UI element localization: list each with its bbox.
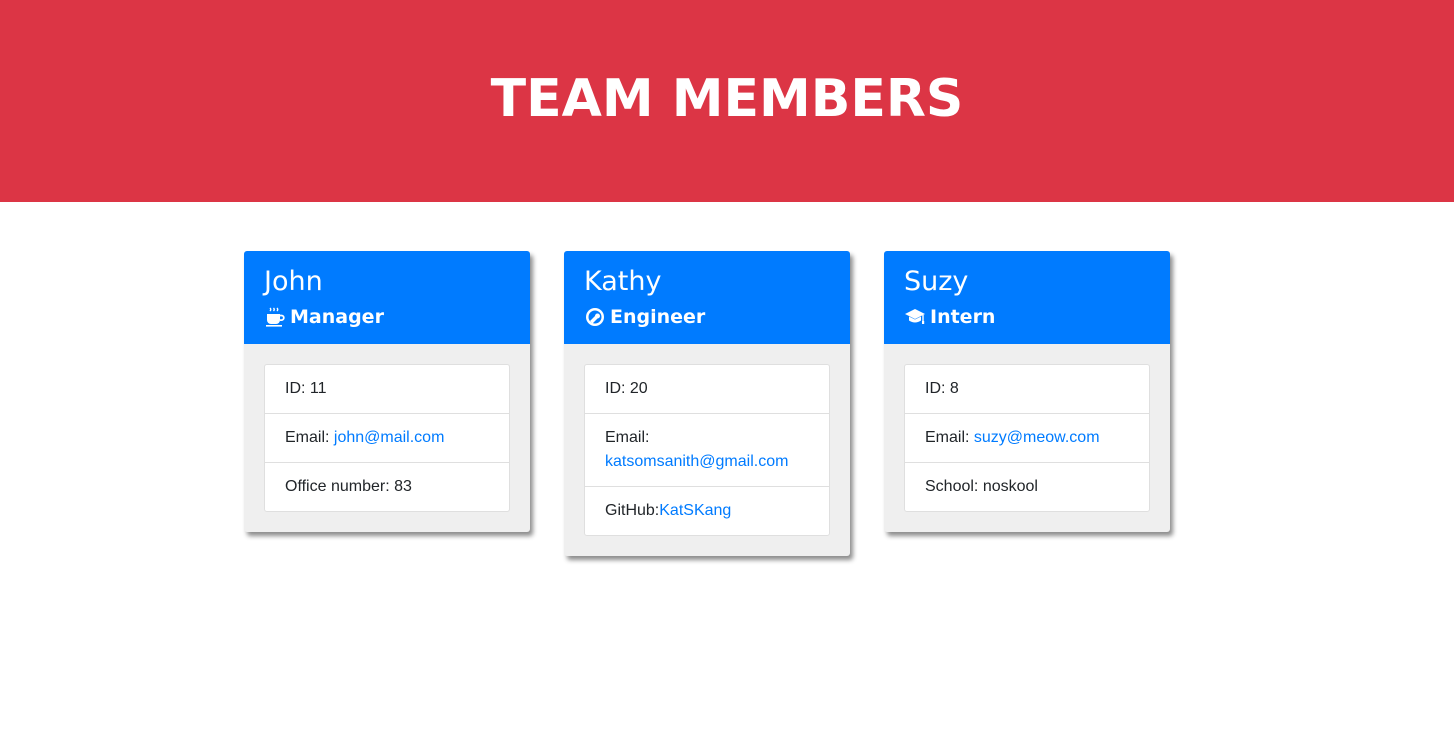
office-number-row: Office number: 83	[265, 462, 509, 511]
member-name: John	[264, 266, 323, 297]
id-label: ID:	[925, 380, 950, 397]
member-card-suzy: Suzy Intern ID: 8 Email: suzy@meow.com S…	[884, 251, 1170, 532]
card-body: ID: 11 Email: john@mail.com Office numbe…	[244, 344, 530, 532]
email-row: Email: suzy@meow.com	[905, 413, 1149, 462]
id-value: 8	[949, 380, 959, 397]
school-value: noskool	[982, 478, 1038, 495]
member-role: Manager	[264, 302, 510, 332]
school-label: School:	[925, 478, 983, 495]
team-cards: John Manager ID: 11 Email: john@mail.com…	[0, 202, 1454, 730]
member-card-john: John Manager ID: 11 Email: john@mail.com…	[244, 251, 530, 532]
email-link[interactable]: katsomsanith@gmail.com	[605, 453, 788, 470]
page-title: TEAM MEMBERS	[490, 69, 964, 129]
office-number-value: 83	[394, 478, 412, 495]
office-number-label: Office number:	[285, 478, 395, 495]
member-card-kathy: Kathy Engineer ID: 20 Email: katsomsanith…	[564, 251, 850, 556]
id-value: 20	[629, 380, 648, 397]
email-link[interactable]: john@mail.com	[334, 429, 445, 446]
school-row: School: noskool	[905, 462, 1149, 511]
card-header: John Manager	[244, 251, 530, 344]
coffee-icon	[264, 306, 286, 328]
member-role: Engineer	[584, 302, 830, 332]
member-name: Kathy	[584, 266, 662, 297]
card-body: ID: 20 Email: katsomsanith@gmail.com GitH…	[564, 344, 850, 556]
github-label: GitHub:	[605, 502, 660, 519]
graduation-cap-icon	[904, 306, 926, 328]
card-header: Kathy Engineer	[564, 251, 850, 344]
id-label: ID:	[285, 380, 310, 397]
member-details: ID: 8 Email: suzy@meow.com School: nosko…	[904, 364, 1150, 512]
id-row: ID: 8	[905, 365, 1149, 413]
member-details: ID: 11 Email: john@mail.com Office numbe…	[264, 364, 510, 512]
email-row: Email: john@mail.com	[265, 413, 509, 462]
member-details: ID: 20 Email: katsomsanith@gmail.com GitH…	[584, 364, 830, 536]
email-label: Email:	[925, 429, 974, 446]
id-row: ID: 20	[585, 365, 829, 413]
card-header: Suzy Intern	[884, 251, 1170, 344]
email-link[interactable]: suzy@meow.com	[974, 429, 1100, 446]
role-label: Engineer	[610, 306, 706, 328]
email-label: Email:	[605, 429, 650, 446]
email-row: Email: katsomsanith@gmail.com	[585, 413, 829, 486]
id-label: ID:	[605, 380, 630, 397]
github-link[interactable]: KatSKang	[659, 502, 731, 519]
header-banner: TEAM MEMBERS	[0, 0, 1454, 202]
role-label: Intern	[930, 306, 996, 328]
engineer-icon	[584, 306, 606, 328]
github-row: GitHub:KatSKang	[585, 486, 829, 535]
card-body: ID: 8 Email: suzy@meow.com School: nosko…	[884, 344, 1170, 532]
role-label: Manager	[290, 306, 384, 328]
id-row: ID: 11	[265, 365, 509, 413]
email-label: Email:	[285, 429, 334, 446]
member-role: Intern	[904, 302, 1150, 332]
member-name: Suzy	[904, 266, 969, 297]
id-value: 11	[309, 380, 327, 397]
